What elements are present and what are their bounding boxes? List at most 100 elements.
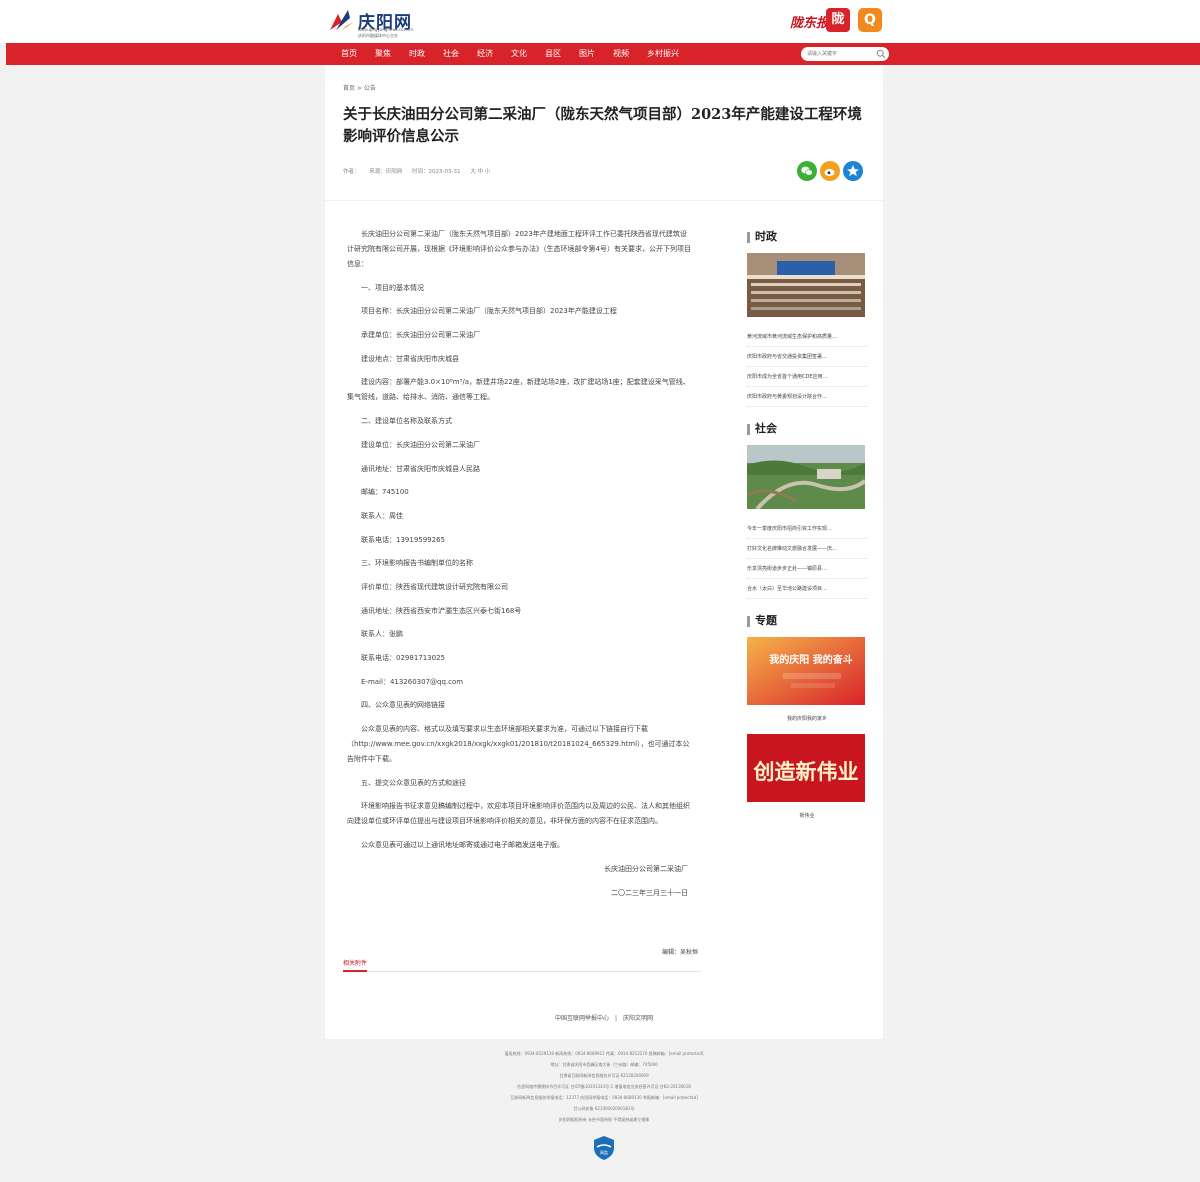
- footer-line: 信息网络传播视听节目许可证 甘ICP备10201343号-1 增值电信业务经营许…: [517, 1084, 691, 1089]
- politics-thumbnail[interactable]: [747, 253, 865, 317]
- list-item[interactable]: 打好文化名牌推动文旅融合发展——庆…: [747, 539, 867, 559]
- paragraph: 五、提交公众意见表的方式和途径: [361, 778, 466, 787]
- sidebar: 时政 黄河流域市黄河流域生态保护和高质量… 庆阳市政府与省交通投资集团签署… 庆…: [746, 229, 867, 819]
- paragraph: 承建单位：长庆油田分公司第二采油厂: [361, 331, 480, 340]
- paragraph: 公众意见表的内容、格式以及填写要求以生态环境部相关要求为准，可通过以下链接自行下…: [347, 725, 690, 764]
- list-item[interactable]: 合水（太白）至华池公路建设项目…: [747, 579, 867, 599]
- signature-date: 二〇二三年三月三十一日: [611, 888, 688, 897]
- site-logo[interactable]: 庆阳网 www.qingyangnews.com.cn 庆阳市融媒体中心主办: [328, 6, 428, 38]
- topic-banner-text: 创造新伟业: [753, 759, 859, 784]
- police-badge-icon[interactable]: 网监: [593, 1135, 615, 1161]
- site-footer: 值班热线：0934-8529130 新闻热线：0934-8689911 传真：0…: [325, 1040, 883, 1182]
- paragraph: 通讯地址：甘肃省庆阳市庆城县人民路: [361, 464, 480, 473]
- paragraph: 项目名称：长庆油田分公司第二采油厂（陇东天然气项目部）2023年产能建设工程: [361, 307, 617, 316]
- politics-news-list: 黄河流域市黄河流域生态保护和高质量… 庆阳市政府与省交通投资集团签署… 庆阳市成…: [747, 327, 867, 407]
- society-thumbnail[interactable]: [746, 445, 867, 511]
- footer-line: 地址：甘肃省庆阳市西峰区南大街（兰州路）邮编：745000: [550, 1062, 658, 1067]
- search-icon[interactable]: [876, 49, 886, 59]
- topic-banner-new-great-cause[interactable]: 创造新伟业: [747, 734, 865, 802]
- paragraph: 公众意见表可通过以上通讯地址邮寄或通过电子邮箱发送电子版。: [361, 841, 564, 850]
- longdong-app-icon[interactable]: 陇: [826, 8, 850, 32]
- meta-author: 作者：: [343, 169, 360, 175]
- footer-info: 值班热线：0934-8529130 新闻热线：0934-8689911 传真：0…: [325, 1048, 883, 1125]
- wechat-icon[interactable]: [797, 161, 817, 181]
- list-item[interactable]: 庆阳市政府与黄委规划设计院合作…: [747, 387, 867, 407]
- nav-item-pictures[interactable]: 图片: [570, 43, 604, 65]
- sidebar-section-title[interactable]: 专题: [747, 613, 867, 631]
- society-news-list: 今年一季度庆阳市招商引资工作实现… 打好文化名牌推动文旅融合发展——庆… 乐享漂…: [747, 519, 867, 599]
- share-buttons: [797, 161, 863, 181]
- nav-item-economy[interactable]: 经济: [468, 43, 502, 65]
- paragraph: 通讯地址：陕西省西安市浐灞生态区兴泰七街168号: [361, 606, 522, 615]
- paragraph: 四、公众意见表的网络链接: [361, 701, 445, 710]
- list-item[interactable]: 庆阳市政府与省交通投资集团签署…: [747, 347, 867, 367]
- qingyang-app-icon[interactable]: Q: [858, 8, 882, 32]
- nav-item-culture[interactable]: 文化: [502, 43, 536, 65]
- paragraph: 联系电话：13919599265: [361, 535, 445, 544]
- meta-time: 时间：2023-03-31: [412, 169, 461, 175]
- paragraph: 长庆油田分公司第二采油厂（陇东天然气项目部）2023年产建地面工程环评工作已委托…: [347, 230, 691, 268]
- logo-url: www.qingyangnews.com.cn: [358, 27, 414, 32]
- article-main: 长庆油田分公司第二采油厂（陇东天然气项目部）2023年产建地面工程环评工作已委托…: [325, 201, 883, 1039]
- longdong-paper-link[interactable]: 陇东报: [790, 12, 829, 31]
- paragraph: 建设内容：部署产能3.0×10⁸m³/a，新建井场22座，新建站场2座，改扩建站…: [347, 378, 690, 402]
- article-body: 长庆油田分公司第二采油厂（陇东天然气项目部）2023年产建地面工程环评工作已委托…: [347, 227, 692, 909]
- font-size-switch[interactable]: 大 中 小: [470, 169, 490, 175]
- nav-item-video[interactable]: 视频: [604, 43, 638, 65]
- nav-item-society[interactable]: 社会: [434, 43, 468, 65]
- meta-source: 来源：庆阳网: [369, 169, 403, 175]
- sidebar-section-title[interactable]: 时政: [747, 229, 867, 247]
- logo-sponsor: 庆阳市融媒体中心主办: [358, 33, 398, 38]
- list-item[interactable]: 黄河流域市黄河流域生态保护和高质量…: [747, 327, 867, 347]
- paragraph: 邮编：745100: [361, 488, 409, 497]
- paragraph: 二、建设单位名称及联系方式: [361, 417, 452, 426]
- main-navbar: 首页 聚焦 时政 社会 经济 文化 县区 图片 视频 乡村振兴: [6, 43, 1200, 65]
- report-links: 中国互联网举报中心 | 庆阳文明网: [554, 1015, 654, 1022]
- paragraph: 联系人：周佳: [361, 511, 403, 520]
- weibo-icon[interactable]: [820, 161, 840, 181]
- favorite-icon[interactable]: [843, 161, 863, 181]
- search-input[interactable]: [807, 47, 867, 61]
- footer-line: 甘公网安备 62100002000181号: [573, 1106, 635, 1111]
- editor-credit: 编辑：吴秋恒: [662, 949, 699, 956]
- topic-banner-qingyang[interactable]: 我的庆阳 我的奋斗: [747, 637, 865, 705]
- attachments-tab-bar: 相关附件: [343, 956, 701, 972]
- list-item[interactable]: 乐享漂亮街道步步正处——镇原县…: [747, 559, 867, 579]
- article-header: 首页 > 公告 关于长庆油田分公司第二采油厂（陇东天然气项目部）2023年产能建…: [325, 66, 883, 200]
- badge-label: 网监: [600, 1149, 608, 1155]
- paragraph: 建设单位：长庆油田分公司第二采油厂: [361, 440, 480, 449]
- paragraph: E-mail：413260307@qq.com: [361, 677, 464, 686]
- paragraph: 三、环境影响报告书编制单位的名称: [361, 559, 473, 568]
- article-meta: 作者： 来源：庆阳网 时间：2023-03-31 大 中 小: [343, 167, 498, 175]
- civilization-link[interactable]: 庆阳文明网: [623, 1015, 653, 1022]
- top-header: 庆阳网 www.qingyangnews.com.cn 庆阳市融媒体中心主办 陇…: [0, 0, 1200, 43]
- nav-item-home[interactable]: 首页: [332, 43, 366, 65]
- nav-item-counties[interactable]: 县区: [536, 43, 570, 65]
- paragraph: 建设地点：甘肃省庆阳市庆城县: [361, 354, 459, 363]
- list-item[interactable]: 庆阳市成为全省首个通用CDE应用…: [747, 367, 867, 387]
- topic-caption[interactable]: 我的庆阳我的家乡: [747, 715, 867, 722]
- paragraph: 一、项目的基本情况: [361, 283, 424, 292]
- paragraph: 联系人：张鹏: [361, 630, 403, 639]
- nav-item-rural[interactable]: 乡村振兴: [638, 43, 688, 65]
- sidebar-section-title[interactable]: 社会: [747, 421, 867, 439]
- nav-item-focus[interactable]: 聚焦: [366, 43, 400, 65]
- attachments-tab[interactable]: 相关附件: [343, 958, 368, 972]
- paragraph: 评价单位：陕西省现代建筑设计研究院有限公司: [361, 582, 508, 591]
- nav-menu: 首页 聚焦 时政 社会 经济 文化 县区 图片 视频 乡村振兴: [332, 43, 688, 65]
- topic-caption[interactable]: 新伟业: [747, 812, 867, 819]
- logo-bird-icon: [330, 10, 354, 30]
- report-center-link[interactable]: 中国互联网举报中心: [555, 1015, 609, 1022]
- nav-item-politics[interactable]: 时政: [400, 43, 434, 65]
- article-title: 关于长庆油田分公司第二采油厂（陇东天然气项目部）2023年产能建设工程环境影响评…: [343, 106, 862, 145]
- footer-line: 互联网新闻信息服务举报电话：12377 庆阳网举报电话：0934-8689130…: [510, 1095, 698, 1100]
- paragraph: 联系电话：02981713025: [361, 654, 445, 662]
- signature: 长庆油田分公司第二采油厂: [604, 864, 688, 873]
- search-box: [801, 47, 889, 61]
- footer-line: 庆阳网版权所有 未经书面授权 不得复制或建立镜像: [558, 1117, 650, 1122]
- footer-line: 甘肃省互联网新闻信息服务许可证 62120200009: [559, 1073, 649, 1078]
- footer-line: 值班热线：0934-8529130 新闻热线：0934-8689911 传真：0…: [504, 1051, 704, 1056]
- paragraph: 环境影响报告书征求意见稿编制过程中，欢迎本项目环境影响评价范围内以及周边的公民、…: [347, 802, 690, 826]
- list-item[interactable]: 今年一季度庆阳市招商引资工作实现…: [747, 519, 867, 539]
- breadcrumb[interactable]: 首页 > 公告: [343, 83, 376, 92]
